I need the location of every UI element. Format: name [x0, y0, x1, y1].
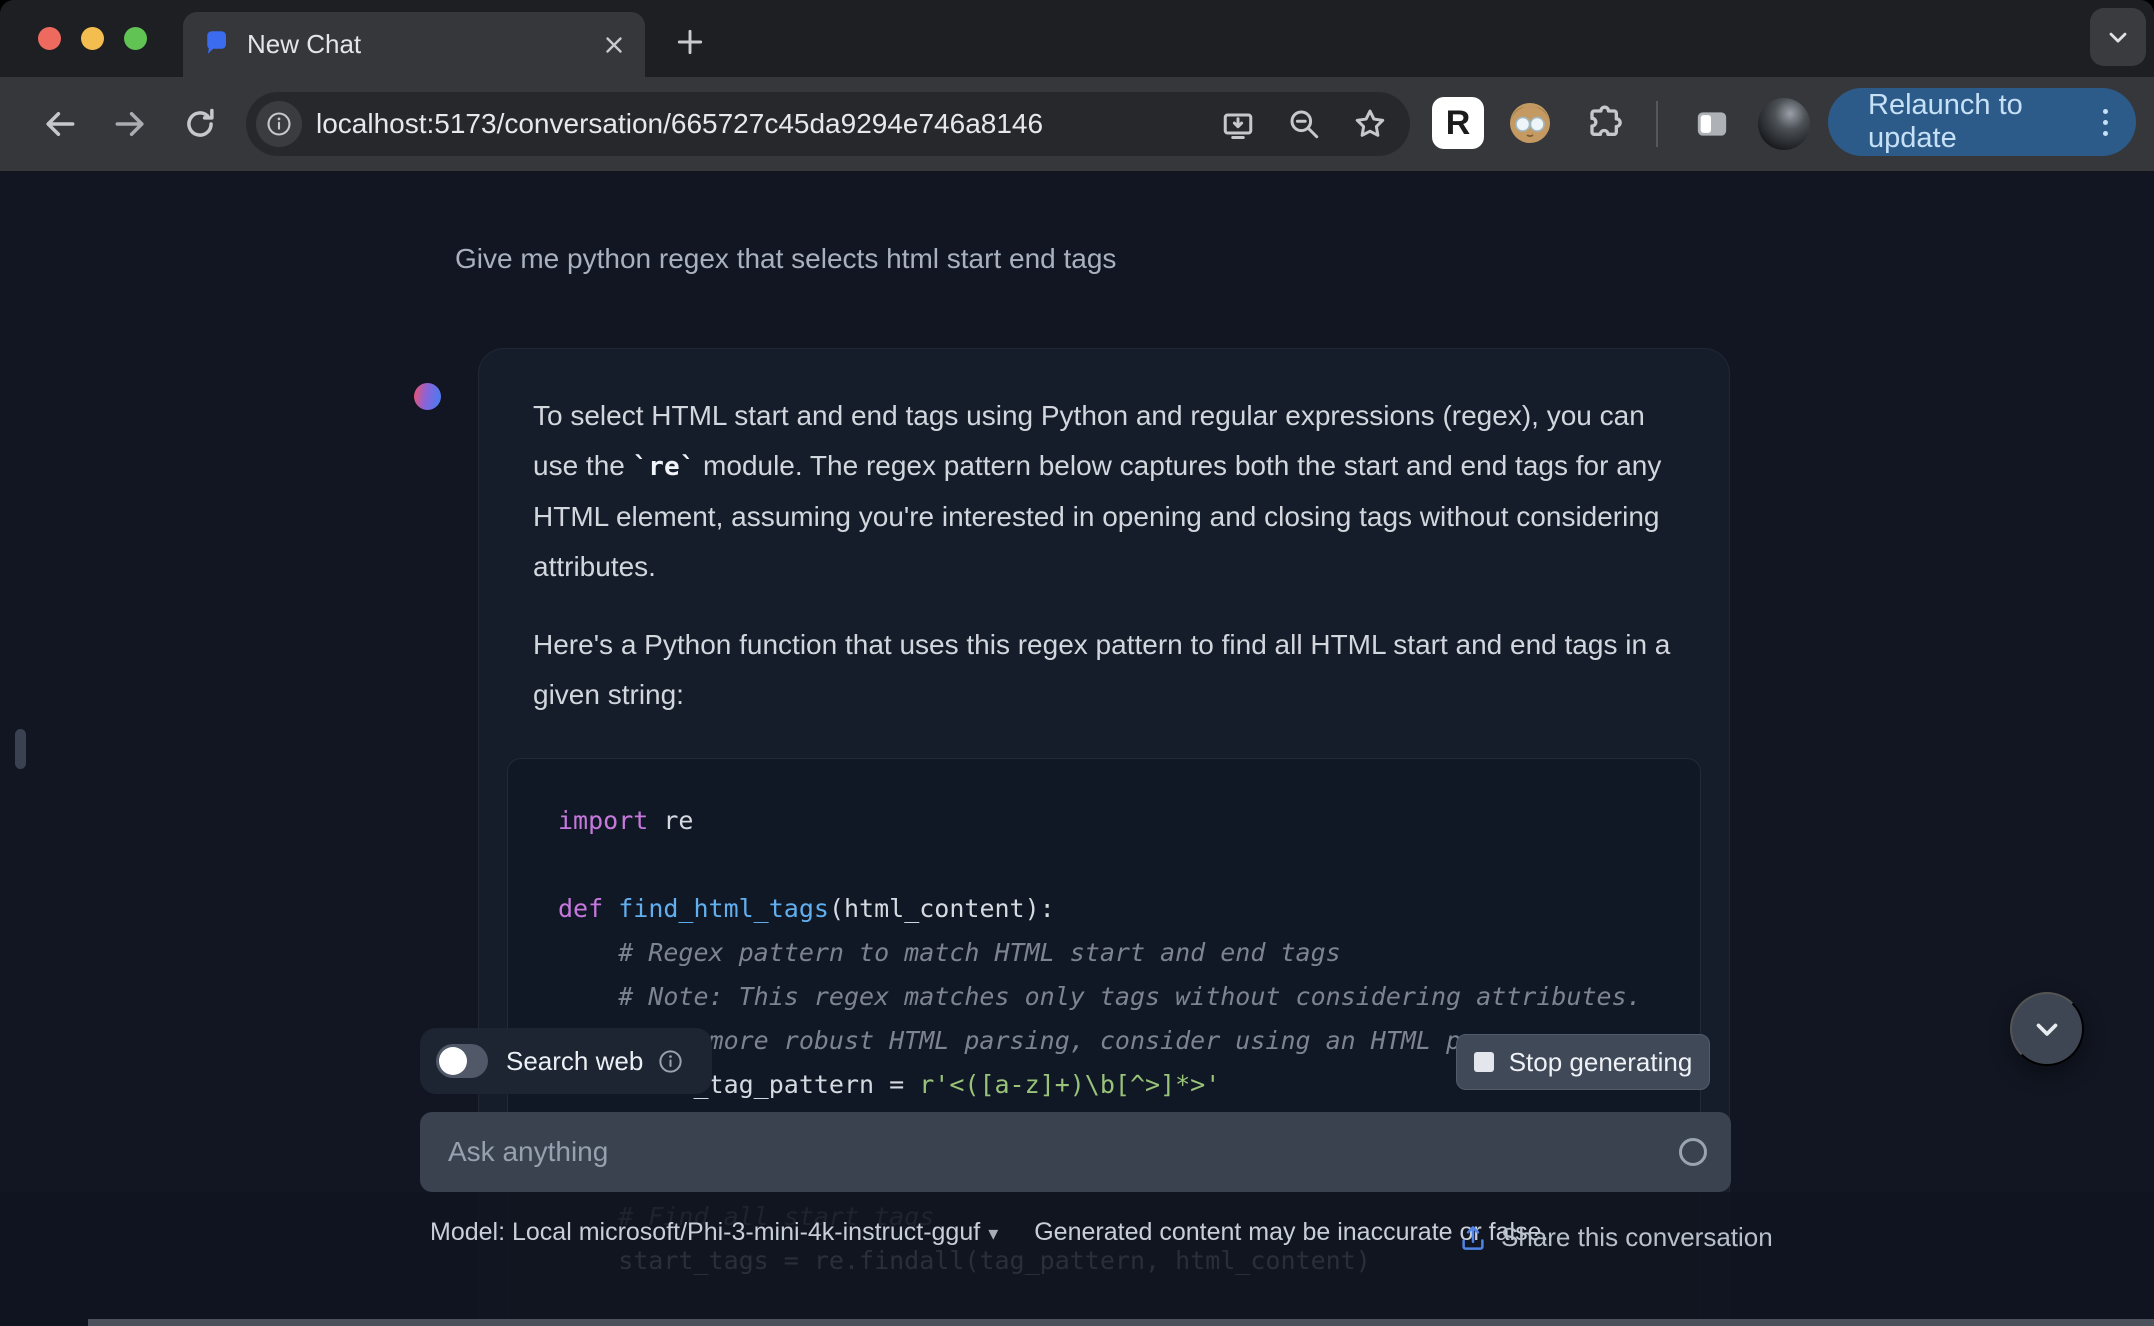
install-app-icon[interactable]: [1220, 106, 1256, 142]
close-window-button[interactable]: [38, 27, 61, 50]
generating-spinner-icon: [1679, 1138, 1707, 1166]
search-web-panel: Search web: [420, 1028, 712, 1094]
browser-tab[interactable]: New Chat: [183, 12, 645, 77]
search-web-label: Search web: [506, 1045, 644, 1076]
chat-bubble-favicon-icon: [201, 30, 231, 60]
horizontal-scrollbar[interactable]: [88, 1319, 2154, 1326]
relaunch-to-update-button[interactable]: Relaunch to update: [1828, 88, 2136, 156]
inline-code-re: `re`: [632, 452, 696, 482]
site-info-icon[interactable]: [256, 101, 302, 147]
share-conversation-label: Share this conversation: [1501, 1222, 1773, 1252]
bookmark-star-icon[interactable]: [1352, 106, 1388, 142]
side-panel-icon[interactable]: [1692, 104, 1732, 144]
stop-generating-button[interactable]: Stop generating: [1456, 1034, 1710, 1090]
share-conversation-button[interactable]: Share this conversation: [1458, 1222, 1773, 1253]
code-line: # Note: This regex matches only tags wit…: [558, 982, 1642, 1011]
assistant-avatar: [414, 383, 441, 410]
extensions-puzzle-icon[interactable]: [1585, 104, 1625, 144]
code-line: import re: [558, 806, 694, 835]
scroll-to-bottom-button[interactable]: [2010, 992, 2084, 1066]
message-input[interactable]: [420, 1112, 1731, 1192]
back-button[interactable]: [40, 104, 80, 144]
zoom-window-button[interactable]: [124, 27, 147, 50]
model-caret-icon[interactable]: ▾: [988, 1223, 998, 1245]
minimize-window-button[interactable]: [81, 27, 104, 50]
tab-close-icon[interactable]: [601, 32, 627, 58]
tab-search-chevron-icon[interactable]: [2090, 8, 2146, 66]
user-message: Give me python regex that selects html s…: [455, 243, 1117, 274]
browser-titlebar: New Chat: [0, 0, 2154, 77]
forward-button[interactable]: [110, 104, 150, 144]
message-input-bar[interactable]: [420, 1112, 1731, 1192]
browser-menu-dots-icon[interactable]: [2103, 108, 2108, 136]
extension-avatar-face-icon[interactable]: [1506, 99, 1554, 147]
search-web-toggle[interactable]: [436, 1044, 488, 1078]
extension-r-icon[interactable]: R: [1432, 97, 1484, 149]
profile-avatar[interactable]: [1758, 98, 1810, 150]
chat-page: Give me python regex that selects html s…: [0, 173, 2154, 1326]
reload-button[interactable]: [180, 104, 220, 144]
model-name-text[interactable]: Model: Local microsoft/Phi-3-mini-4k-ins…: [430, 1218, 980, 1246]
assistant-paragraph-1: To select HTML start and end tags using …: [533, 400, 1662, 582]
assistant-paragraph-2: Here's a Python function that uses this …: [533, 629, 1671, 710]
new-tab-button[interactable]: [666, 18, 714, 66]
sidebar-drag-handle[interactable]: [15, 729, 26, 769]
stop-generating-label: Stop generating: [1508, 1046, 1693, 1077]
toggle-knob: [439, 1047, 467, 1075]
zoom-out-icon[interactable]: [1286, 106, 1322, 142]
url-text[interactable]: localhost:5173/conversation/665727c45da9…: [316, 108, 1220, 140]
address-bar[interactable]: localhost:5173/conversation/665727c45da9…: [246, 92, 1410, 156]
model-footer-note: Model: Local microsoft/Phi-3-mini-4k-ins…: [430, 1212, 1620, 1254]
browser-window: New Chat localhost:5173/conversation/665…: [0, 0, 2154, 1326]
toolbar-divider: [1656, 101, 1658, 147]
code-line: def find_html_tags(html_content):: [558, 894, 1055, 923]
share-upload-icon: [1458, 1223, 1488, 1253]
search-web-info-icon[interactable]: [657, 1048, 684, 1075]
code-line: # Regex pattern to match HTML start and …: [558, 938, 1341, 967]
relaunch-label: Relaunch to update: [1868, 89, 2023, 154]
tab-title: New Chat: [247, 29, 362, 59]
window-controls: [38, 27, 147, 50]
stop-square-icon: [1473, 1052, 1494, 1072]
